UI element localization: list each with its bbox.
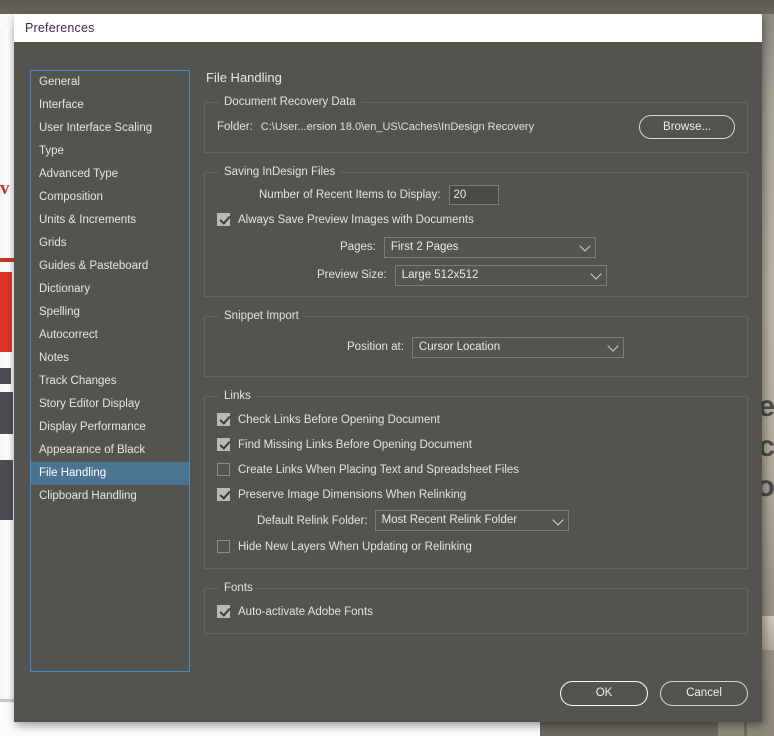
pages-label: Pages: — [340, 241, 376, 253]
sidebar-item-units-increments[interactable]: Units & Increments — [31, 209, 189, 232]
auto-activate-fonts-label: Auto-activate Adobe Fonts — [238, 605, 373, 618]
default-relink-folder-select[interactable]: Most Recent Relink Folder — [374, 510, 569, 531]
links-option-checkbox[interactable] — [217, 488, 230, 501]
sidebar-item-autocorrect[interactable]: Autocorrect — [31, 324, 189, 347]
preview-size-label: Preview Size: — [317, 269, 387, 281]
background-page-top — [0, 14, 14, 28]
default-relink-folder-value[interactable]: Most Recent Relink Folder — [374, 510, 569, 531]
recovery-folder-label: Folder: — [217, 121, 253, 133]
default-relink-folder-row: Default Relink Folder: Most Recent Relin… — [217, 507, 735, 534]
ok-button[interactable]: OK — [560, 681, 648, 706]
sidebar-item-interface[interactable]: Interface — [31, 94, 189, 117]
recent-items-input[interactable] — [448, 185, 499, 205]
background-dark-block-1 — [0, 368, 11, 384]
cancel-button[interactable]: Cancel — [660, 681, 748, 706]
snippet-position-select[interactable]: Cursor Location — [411, 336, 624, 358]
links-option-label: Find Missing Links Before Opening Docume… — [238, 438, 472, 451]
default-relink-folder-label: Default Relink Folder: — [257, 514, 368, 527]
links-option-label: Check Links Before Opening Document — [238, 413, 440, 426]
group-links: Links Check Links Before Opening Documen… — [204, 390, 748, 569]
preview-size-row: Preview Size: Large 512x512 — [217, 259, 735, 287]
auto-activate-fonts-checkbox[interactable] — [217, 605, 230, 618]
group-label-links: Links — [224, 390, 251, 402]
sidebar-item-appearance-of-black[interactable]: Appearance of Black — [31, 439, 189, 462]
sidebar-item-spelling[interactable]: Spelling — [31, 301, 189, 324]
group-fonts: Fonts Auto-activate Adobe Fonts — [204, 582, 748, 634]
preview-size-select[interactable]: Large 512x512 — [394, 264, 607, 286]
background-top-strip — [0, 0, 774, 14]
background-red-block — [0, 272, 12, 352]
recent-items-row: Number of Recent Items to Display: — [217, 183, 735, 207]
background-red-rule — [0, 258, 14, 262]
background-dark-block-2 — [0, 392, 13, 434]
dialog-titlebar[interactable]: Preferences — [14, 14, 762, 42]
group-label-document-recovery-data: Document Recovery Data — [224, 96, 356, 108]
pages-select[interactable]: First 2 Pages — [383, 236, 596, 258]
links-option-checkbox[interactable] — [217, 413, 230, 426]
sidebar-item-clipboard-handling[interactable]: Clipboard Handling — [31, 485, 189, 508]
always-save-preview-checkbox[interactable] — [217, 213, 230, 226]
links-option-checkbox[interactable] — [217, 463, 230, 476]
dialog-body: General Interface User Interface Scaling Ty… — [14, 42, 762, 722]
links-option-row[interactable]: Preserve Image Dimensions When Relinking — [217, 482, 735, 507]
snippet-position-select-value[interactable]: Cursor Location — [411, 336, 624, 358]
sidebar-item-display-performance[interactable]: Display Performance — [31, 416, 189, 439]
auto-activate-fonts-row[interactable]: Auto-activate Adobe Fonts — [217, 599, 735, 624]
links-option-row[interactable]: Check Links Before Opening Document — [217, 407, 735, 432]
recent-items-label: Number of Recent Items to Display: — [259, 189, 441, 201]
snippet-position-label: Position at: — [347, 341, 404, 353]
always-save-preview-label: Always Save Preview Images with Document… — [238, 213, 474, 226]
group-label-saving-indesign-files: Saving InDesign Files — [224, 166, 336, 178]
links-option-list: Check Links Before Opening Document Find … — [217, 407, 735, 507]
links-option-label: Preserve Image Dimensions When Relinking — [238, 488, 467, 501]
page-title: File Handling — [206, 70, 282, 85]
links-option-row[interactable]: Create Links When Placing Text and Sprea… — [217, 457, 735, 482]
snippet-position-row: Position at: Cursor Location — [217, 327, 735, 367]
hide-new-layers-label: Hide New Layers When Updating or Relinki… — [238, 540, 472, 553]
recovery-folder-row: Folder: C:\User...ersion 18.0\en_US\Cach… — [217, 113, 735, 143]
group-label-snippet-import: Snippet Import — [224, 310, 299, 322]
pages-select-value[interactable]: First 2 Pages — [383, 236, 596, 258]
dialog-title: Preferences — [25, 21, 95, 35]
group-label-fonts: Fonts — [224, 582, 253, 594]
group-document-recovery-data: Document Recovery Data Folder: C:\User..… — [204, 96, 748, 153]
dialog-footer: OK Cancel — [560, 681, 748, 706]
always-save-preview-row[interactable]: Always Save Preview Images with Document… — [217, 207, 735, 232]
sidebar-item-story-editor-display[interactable]: Story Editor Display — [31, 393, 189, 416]
sidebar-item-track-changes[interactable]: Track Changes — [31, 370, 189, 393]
hide-new-layers-checkbox[interactable] — [217, 540, 230, 553]
sidebar-item-file-handling[interactable]: File Handling — [31, 462, 189, 485]
pages-row: Pages: First 2 Pages — [217, 232, 735, 259]
recovery-folder-path: C:\User...ersion 18.0\en_US\Caches\InDes… — [260, 121, 535, 133]
sidebar-item-type[interactable]: Type — [31, 140, 189, 163]
links-option-checkbox[interactable] — [217, 438, 230, 451]
hide-new-layers-row[interactable]: Hide New Layers When Updating or Relinki… — [217, 534, 735, 559]
preferences-category-list[interactable]: General Interface User Interface Scaling Ty… — [30, 70, 190, 672]
preview-size-select-value[interactable]: Large 512x512 — [394, 264, 607, 286]
sidebar-item-guides-pasteboard[interactable]: Guides & Pasteboard — [31, 255, 189, 278]
links-option-row[interactable]: Find Missing Links Before Opening Docume… — [217, 432, 735, 457]
sidebar-item-dictionary[interactable]: Dictionary — [31, 278, 189, 301]
group-saving-indesign-files: Saving InDesign Files Number of Recent I… — [204, 166, 748, 297]
sidebar-item-user-interface-scaling[interactable]: User Interface Scaling — [31, 117, 189, 140]
links-option-label: Create Links When Placing Text and Sprea… — [238, 463, 520, 476]
sidebar-item-notes[interactable]: Notes — [31, 347, 189, 370]
sidebar-item-advanced-type[interactable]: Advanced Type — [31, 163, 189, 186]
sidebar-item-general[interactable]: General — [31, 71, 189, 94]
group-snippet-import: Snippet Import Position at: Cursor Locat… — [204, 310, 748, 377]
browse-button[interactable]: Browse... — [639, 115, 735, 139]
sidebar-item-composition[interactable]: Composition — [31, 186, 189, 209]
background-dark-block-3 — [0, 460, 13, 520]
sidebar-item-grids[interactable]: Grids — [31, 232, 189, 255]
preferences-dialog: Preferences General Interface User Interfa… — [14, 14, 762, 722]
preferences-panel: File Handling Document Recovery Data Fol… — [204, 70, 748, 647]
